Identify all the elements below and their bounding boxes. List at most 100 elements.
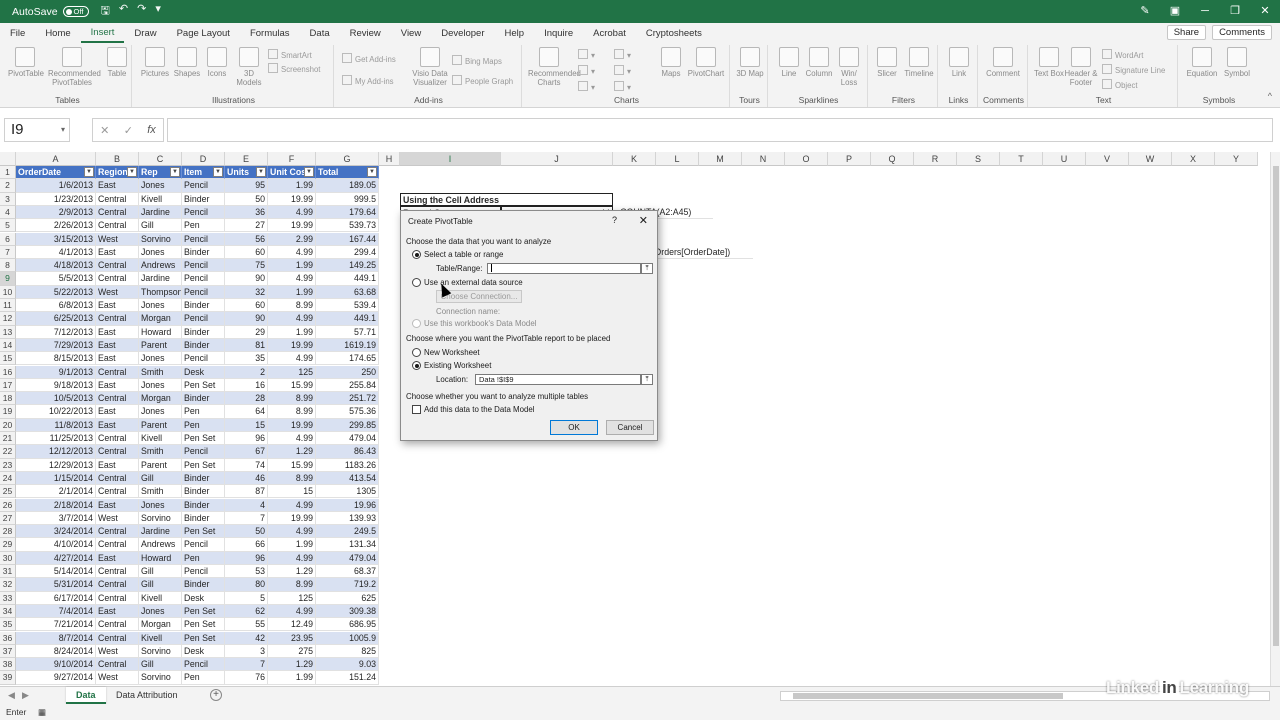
table-cell[interactable]: 250 bbox=[316, 365, 379, 379]
row-header-20[interactable]: 20 bbox=[0, 418, 16, 432]
table-cell[interactable]: East bbox=[96, 378, 139, 393]
table-cell[interactable]: 1.99 bbox=[268, 325, 316, 339]
ribbon-tab-page-layout[interactable]: Page Layout bbox=[167, 24, 240, 43]
row-header-27[interactable]: 27 bbox=[0, 511, 16, 526]
row-header-29[interactable]: 29 bbox=[0, 538, 16, 552]
table-cell[interactable]: 90 bbox=[225, 272, 268, 286]
table-cell[interactable]: 4/18/2013 bbox=[16, 259, 96, 273]
table-cell[interactable]: Morgan bbox=[139, 392, 182, 406]
table-cell[interactable]: 56 bbox=[225, 232, 268, 246]
table-cell[interactable]: 2/1/2014 bbox=[16, 485, 96, 499]
table-header-units[interactable]: Units ▼ bbox=[225, 166, 268, 180]
ribbon-tab-insert[interactable]: Insert bbox=[80, 24, 125, 43]
table-cell[interactable]: East bbox=[96, 179, 139, 193]
column-header-i[interactable]: I bbox=[400, 152, 501, 166]
table-cell[interactable]: 57.71 bbox=[316, 325, 379, 339]
pen-icon[interactable]: ✎ bbox=[1130, 0, 1160, 23]
column-header-b[interactable]: B bbox=[96, 152, 139, 166]
ribbon-tab-draw[interactable]: Draw bbox=[124, 24, 166, 43]
table-cell[interactable]: Central bbox=[96, 432, 139, 446]
table-cell[interactable]: Jones bbox=[139, 299, 182, 313]
table-cell[interactable]: 4 bbox=[225, 498, 268, 512]
text-box-button[interactable]: Text Box bbox=[1032, 47, 1066, 78]
formula-input[interactable] bbox=[167, 118, 1273, 142]
table-cell[interactable]: 6/17/2014 bbox=[16, 591, 96, 605]
row-header-21[interactable]: 21 bbox=[0, 432, 16, 446]
table-cell[interactable]: 1/6/2013 bbox=[16, 179, 96, 193]
table-cell[interactable]: Central bbox=[96, 618, 139, 632]
3d-map-button[interactable]: 3D Map bbox=[733, 47, 767, 78]
table-cell[interactable]: Smith bbox=[139, 365, 182, 379]
table-cell[interactable]: 2/18/2014 bbox=[16, 498, 96, 512]
link-button[interactable]: Link bbox=[942, 47, 976, 78]
sheet-tab-data[interactable]: Data bbox=[66, 687, 106, 704]
help-icon[interactable]: ? bbox=[612, 215, 617, 225]
table-cell[interactable]: Binder bbox=[182, 578, 225, 592]
table-cell[interactable]: 4.99 bbox=[268, 525, 316, 539]
table-cell[interactable]: 46 bbox=[225, 471, 268, 486]
table-cell[interactable]: 4.99 bbox=[268, 245, 316, 260]
table-cell[interactable]: 75 bbox=[225, 259, 268, 273]
table-cell[interactable]: 5/5/2013 bbox=[16, 272, 96, 286]
table-cell[interactable]: 80 bbox=[225, 578, 268, 592]
row-header-5[interactable]: 5 bbox=[0, 219, 16, 233]
side-table-title[interactable]: Using the Cell Address bbox=[400, 192, 613, 206]
ribbon-tab-file[interactable]: File bbox=[0, 24, 35, 43]
row-header-23[interactable]: 23 bbox=[0, 458, 16, 472]
hierarchy-chart-button[interactable]: ▾ bbox=[614, 49, 631, 60]
shapes-button[interactable]: Shapes bbox=[170, 47, 204, 78]
table-cell[interactable]: Parent bbox=[139, 338, 182, 353]
table-cell[interactable]: 90 bbox=[225, 312, 268, 326]
table-cell[interactable]: West bbox=[96, 232, 139, 246]
table-cell[interactable]: East bbox=[96, 338, 139, 353]
table-cell[interactable]: 19.99 bbox=[268, 219, 316, 233]
table-cell[interactable]: 23.95 bbox=[268, 631, 316, 645]
line-chart-button[interactable]: ▾ bbox=[578, 65, 595, 76]
table-cell[interactable]: Jones bbox=[139, 245, 182, 260]
table-cell[interactable]: 1.99 bbox=[268, 538, 316, 552]
macro-record-icon[interactable]: ▦ bbox=[38, 704, 46, 720]
table-cell[interactable]: Binder bbox=[182, 485, 225, 499]
table-cell[interactable]: Central bbox=[96, 272, 139, 286]
table-cell[interactable]: Kivell bbox=[139, 432, 182, 446]
table-cell[interactable]: 7 bbox=[225, 658, 268, 672]
row-header-35[interactable]: 35 bbox=[0, 618, 16, 632]
column-chart-button[interactable]: ▾ bbox=[578, 49, 595, 60]
table-cell[interactable]: 15 bbox=[225, 418, 268, 432]
sparkline-line-button[interactable]: Line bbox=[772, 47, 806, 78]
table-cell[interactable]: Parent bbox=[139, 458, 182, 472]
column-header-e[interactable]: E bbox=[225, 152, 268, 166]
table-cell[interactable]: 1305 bbox=[316, 485, 379, 499]
table-cell[interactable]: 36 bbox=[225, 205, 268, 220]
table-cell[interactable]: 479.04 bbox=[316, 551, 379, 565]
table-cell[interactable]: Central bbox=[96, 658, 139, 672]
table-cell[interactable]: 4.99 bbox=[268, 352, 316, 366]
table-cell[interactable]: Binder bbox=[182, 325, 225, 339]
table-cell[interactable]: 449.1 bbox=[316, 272, 379, 286]
row-header-30[interactable]: 30 bbox=[0, 551, 16, 565]
table-cell[interactable]: 1.29 bbox=[268, 658, 316, 672]
ribbon-tab-inquire[interactable]: Inquire bbox=[534, 24, 583, 43]
table-cell[interactable]: 7/29/2013 bbox=[16, 338, 96, 353]
table-cell[interactable]: Gill bbox=[139, 471, 182, 486]
table-cell[interactable]: 42 bbox=[225, 631, 268, 645]
table-cell[interactable]: 539.73 bbox=[316, 219, 379, 233]
table-cell[interactable]: 1/23/2013 bbox=[16, 192, 96, 206]
table-cell[interactable]: 139.93 bbox=[316, 511, 379, 526]
location-collapse-icon[interactable]: ⤒ bbox=[641, 374, 653, 385]
row-header-22[interactable]: 22 bbox=[0, 445, 16, 459]
column-header-h[interactable]: H bbox=[379, 152, 400, 166]
table-cell[interactable]: 19.99 bbox=[268, 418, 316, 432]
table-cell[interactable]: 8.99 bbox=[268, 405, 316, 419]
filter-dropdown-icon[interactable]: ▼ bbox=[304, 167, 314, 177]
table-cell[interactable]: 8/24/2014 bbox=[16, 644, 96, 659]
table-cell[interactable]: Jardine bbox=[139, 525, 182, 539]
row-header-17[interactable]: 17 bbox=[0, 378, 16, 393]
table-cell[interactable]: West bbox=[96, 671, 139, 685]
table-cell[interactable]: 1183.26 bbox=[316, 458, 379, 472]
column-header-f[interactable]: F bbox=[268, 152, 316, 166]
table-cell[interactable]: Jones bbox=[139, 604, 182, 619]
column-header-l[interactable]: L bbox=[656, 152, 699, 166]
close-icon[interactable]: ✕ bbox=[639, 214, 648, 227]
table-cell[interactable]: Central bbox=[96, 591, 139, 605]
